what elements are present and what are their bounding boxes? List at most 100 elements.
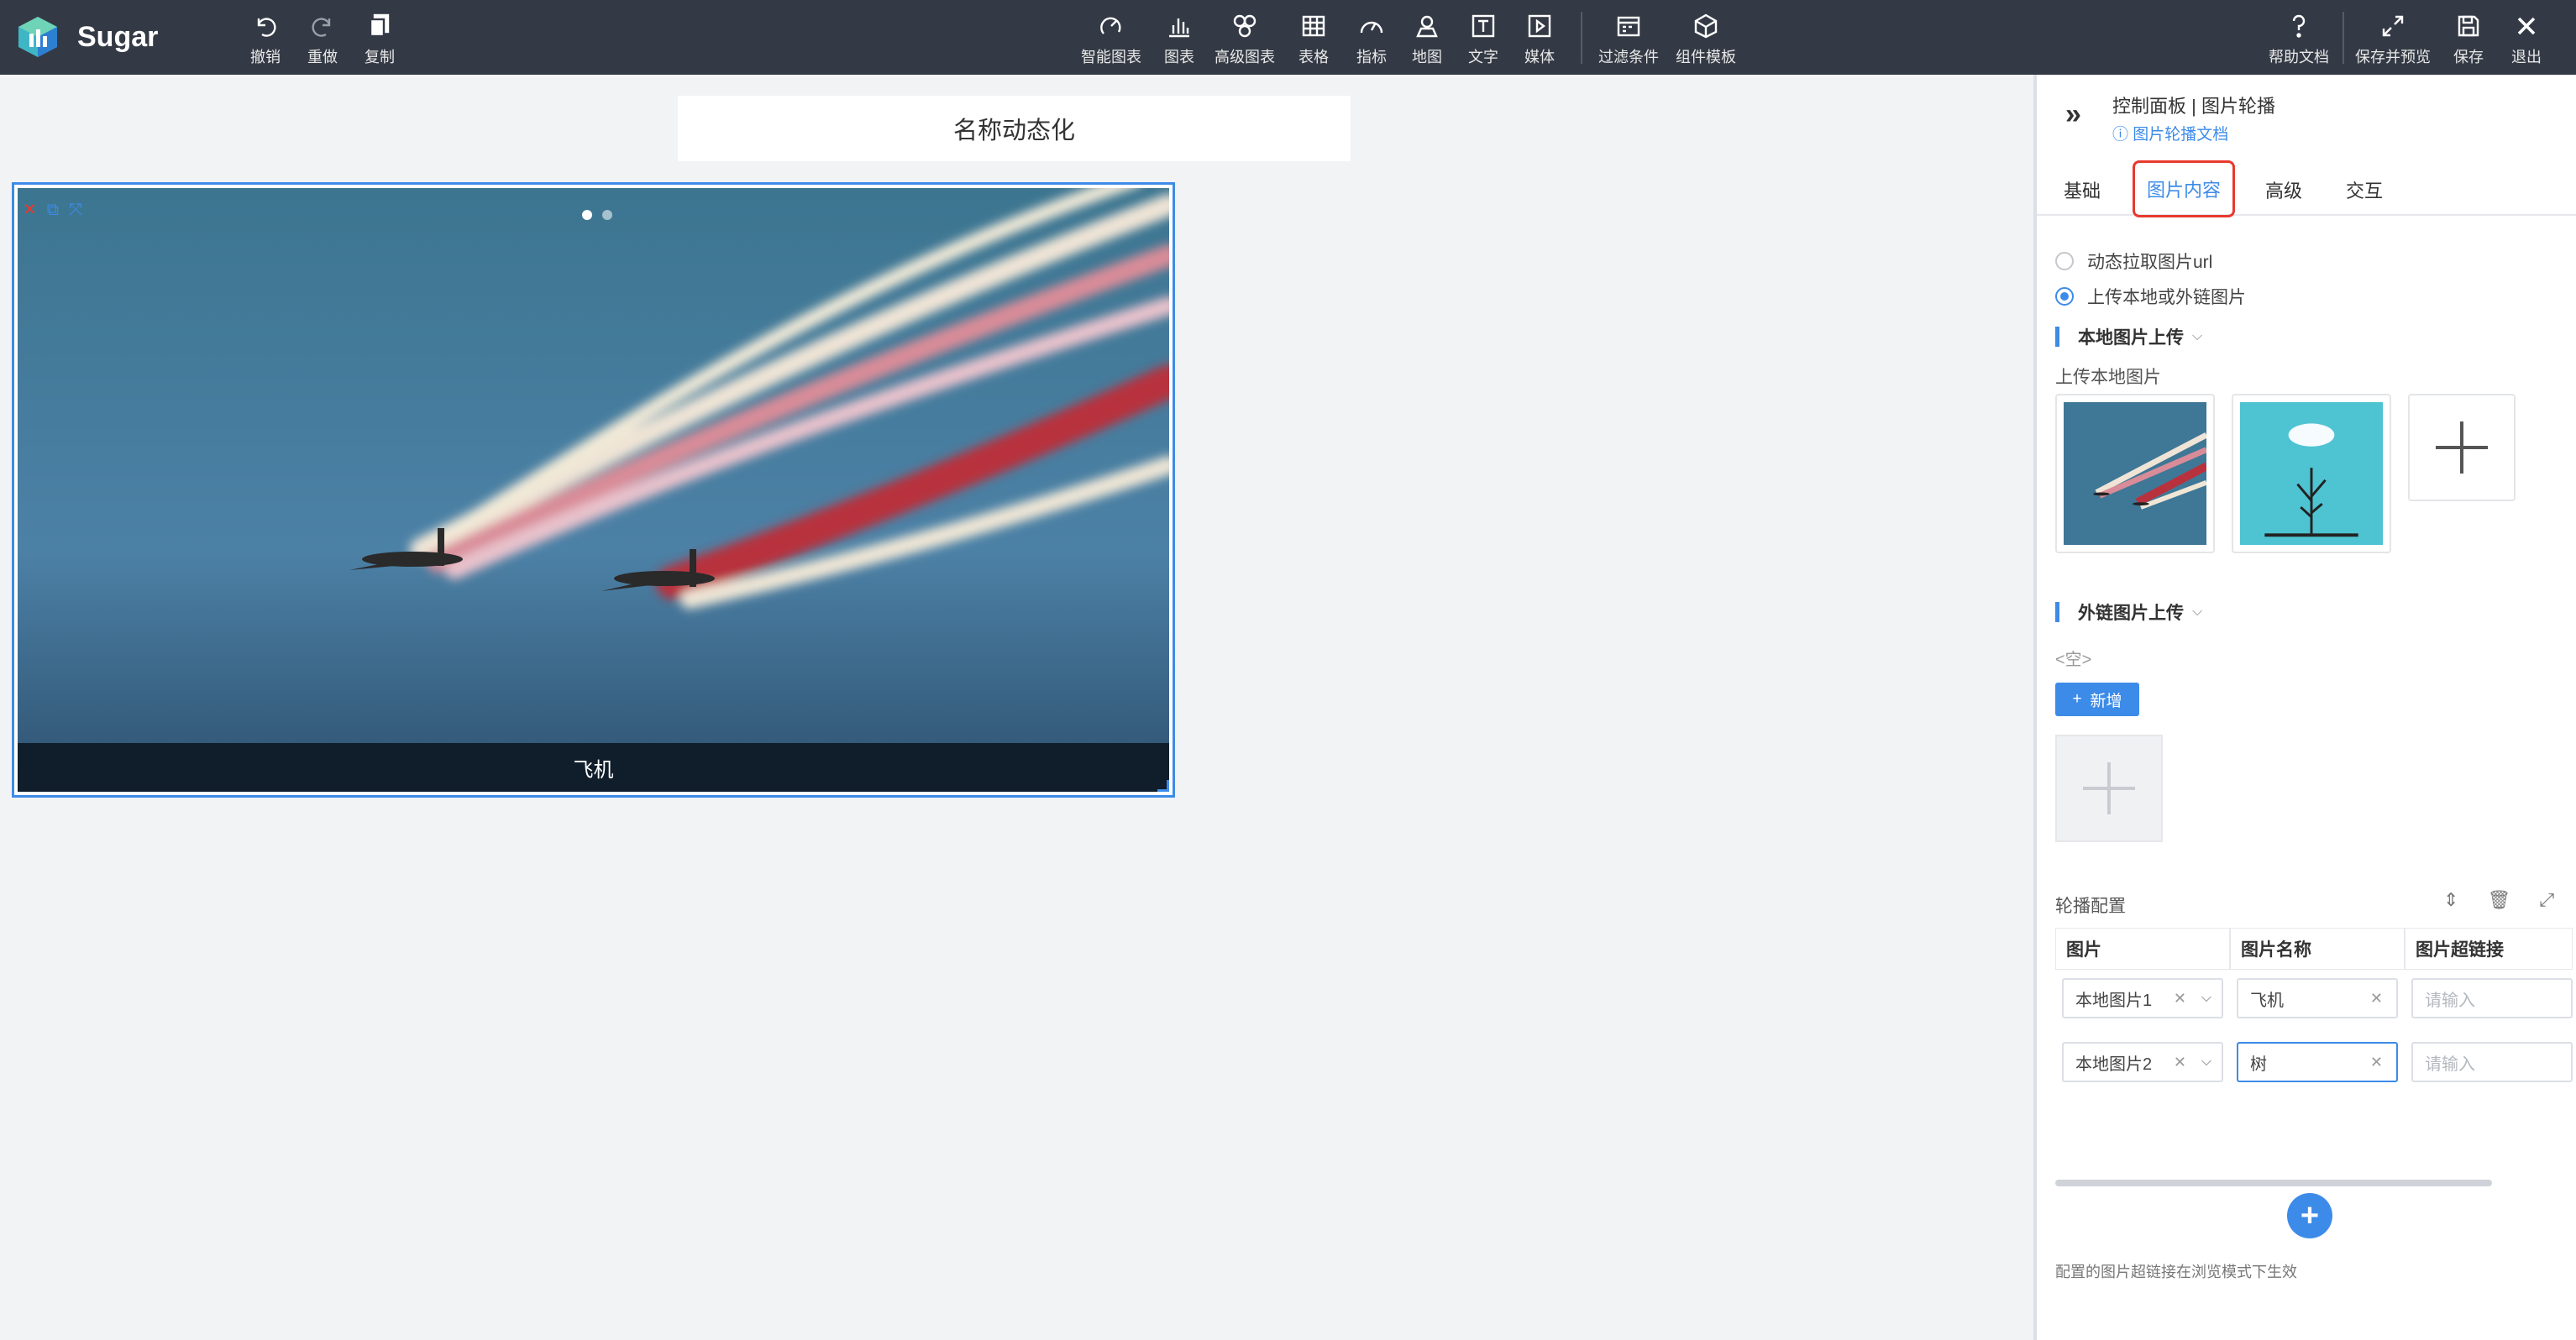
tab-advanced[interactable]: 高级 xyxy=(2253,164,2314,216)
copy-button[interactable]: 复制 xyxy=(365,12,395,67)
add-external-button[interactable]: + 新增 xyxy=(2055,683,2139,716)
text-button[interactable]: 文字 xyxy=(1468,12,1498,67)
add-row-button[interactable]: + xyxy=(2287,1193,2332,1238)
carousel-slide-image: 飞机 xyxy=(18,188,1169,792)
carousel-dot[interactable] xyxy=(602,210,612,220)
save-preview-button[interactable]: 保存并预览 xyxy=(2355,12,2431,67)
external-image-placeholder[interactable] xyxy=(2055,735,2163,842)
external-upload-section[interactable]: 外链图片上传 ⌵ xyxy=(2055,599,2202,625)
clear-icon[interactable]: ✕ xyxy=(2370,990,2383,1008)
undo-label: 撤销 xyxy=(250,49,281,65)
map-label: 地图 xyxy=(1412,49,1442,65)
chart-button[interactable]: 图表 xyxy=(1164,12,1194,67)
image-link-input[interactable]: 请输入 xyxy=(2411,978,2573,1018)
resize-handle[interactable] xyxy=(1157,780,1169,792)
tab-basic[interactable]: 基础 xyxy=(2052,164,2112,216)
table-icon xyxy=(1302,15,1325,37)
template-cube-icon xyxy=(1694,13,1718,39)
indicator-button[interactable]: 指标 xyxy=(1356,12,1387,67)
uploaded-image-thumb[interactable] xyxy=(2055,394,2215,553)
tab-image-content[interactable]: 图片内容 xyxy=(2133,160,2236,217)
tab-label: 交互 xyxy=(2346,181,2384,202)
tree-thumbnail xyxy=(2240,402,2383,545)
local-upload-section[interactable]: 本地图片上传 ⌵ xyxy=(2055,324,2202,349)
image-name-value: 树 xyxy=(2250,1055,2267,1074)
plus-icon xyxy=(2436,421,2488,474)
map-button[interactable]: 地图 xyxy=(1412,12,1442,67)
collapse-panel-icon[interactable]: » xyxy=(2065,98,2081,131)
plus-icon: + xyxy=(2300,1197,2320,1233)
fullscreen-component-icon[interactable]: ⤧ xyxy=(69,202,82,218)
app-logo[interactable]: Sugar xyxy=(15,15,158,59)
dashboard-title-text: 名称动态化 xyxy=(952,118,1075,144)
delete-component-icon[interactable]: ✕ xyxy=(23,202,37,218)
table-button[interactable]: 表格 xyxy=(1298,12,1329,67)
exit-button[interactable]: 退出 xyxy=(2511,12,2542,67)
filter-button[interactable]: 过滤条件 xyxy=(1598,12,1659,67)
section-marker xyxy=(2055,327,2059,347)
dashboard-title[interactable]: 名称动态化 xyxy=(678,96,1351,161)
save-button[interactable]: 保存 xyxy=(2453,12,2484,67)
duplicate-component-icon[interactable]: ⧉ xyxy=(47,202,59,218)
section-title-text: 本地图片上传 xyxy=(2078,328,2184,348)
save-preview-label: 保存并预览 xyxy=(2355,49,2431,65)
media-button[interactable]: 媒体 xyxy=(1524,12,1555,67)
exit-label: 退出 xyxy=(2511,49,2542,65)
undo-button[interactable]: 撤销 xyxy=(250,12,281,67)
smart-chart-icon xyxy=(1100,17,1121,34)
map-pin-icon xyxy=(1416,15,1438,38)
uploaded-image-thumb[interactable] xyxy=(2232,394,2391,553)
help-icon xyxy=(2292,14,2306,38)
copy-icon xyxy=(369,13,390,38)
image-carousel[interactable]: 飞机 ✕ ⧉ ⤧ xyxy=(12,182,1175,798)
external-empty-text: <空> xyxy=(2055,651,2092,669)
indicator-label: 指标 xyxy=(1356,49,1387,65)
carousel-caption-text: 飞机 xyxy=(573,758,614,782)
help-circle-icon: ⓘ xyxy=(2112,126,2133,144)
radio-label: 动态拉取图片url xyxy=(2087,253,2213,272)
plus-icon: + xyxy=(2072,690,2082,708)
table-horizontal-scrollbar[interactable] xyxy=(2055,1180,2492,1186)
redo-button[interactable]: 重做 xyxy=(307,12,338,67)
carousel-caption: 飞机 xyxy=(18,743,1169,792)
sort-icon[interactable]: ⇕ xyxy=(2443,889,2458,911)
image-name-input[interactable]: 树 ✕ xyxy=(2237,1042,2398,1082)
carousel-doc-link[interactable]: ⓘ 图片轮播文档 xyxy=(2112,122,2228,144)
add-local-image-button[interactable] xyxy=(2408,394,2516,501)
radio-button[interactable] xyxy=(2055,287,2074,306)
tab-interaction[interactable]: 交互 xyxy=(2334,164,2395,216)
column-header: 图片 xyxy=(2055,928,2230,970)
image-link-placeholder: 请输入 xyxy=(2425,1055,2475,1074)
table-label: 表格 xyxy=(1298,49,1329,65)
undo-icon xyxy=(257,18,276,37)
copy-label: 复制 xyxy=(365,49,395,65)
help-doc-button[interactable]: 帮助文档 xyxy=(2269,12,2329,67)
expand-icon[interactable]: ⤢ xyxy=(2539,889,2554,911)
image-name-input[interactable]: 飞机 ✕ xyxy=(2237,978,2398,1018)
radio-dynamic-url[interactable]: 动态拉取图片url xyxy=(2055,249,2212,274)
advanced-chart-button[interactable]: 高级图表 xyxy=(1215,12,1275,67)
image-link-input[interactable]: 请输入 xyxy=(2411,1042,2573,1082)
local-upload-label: 上传本地图片 xyxy=(2055,368,2161,387)
tab-label: 高级 xyxy=(2265,181,2303,202)
smart-chart-button[interactable]: 智能图表 xyxy=(1081,12,1141,67)
clear-icon[interactable]: ✕ xyxy=(2370,1054,2383,1071)
image-select[interactable]: 本地图片2 ✕ ⌵ xyxy=(2062,1042,2223,1082)
carousel-indicators xyxy=(582,210,612,220)
clear-icon[interactable]: ✕ xyxy=(2174,1054,2186,1071)
radio-button[interactable] xyxy=(2055,252,2074,270)
advanced-chart-label: 高级图表 xyxy=(1215,49,1275,65)
clear-icon[interactable]: ✕ xyxy=(2174,990,2186,1008)
trash-icon[interactable]: 🗑 xyxy=(2487,889,2510,911)
toolbar-divider xyxy=(1581,12,1582,64)
gauge-icon xyxy=(1360,21,1383,34)
radio-upload-images[interactable]: 上传本地或外链图片 xyxy=(2055,284,2246,309)
image-select[interactable]: 本地图片1 ✕ ⌵ xyxy=(2062,978,2223,1018)
carousel-dot[interactable] xyxy=(582,210,592,220)
carousel-config-label: 轮播配置 xyxy=(2055,897,2126,916)
section-title-text: 外链图片上传 xyxy=(2078,604,2184,623)
calendar-filter-icon xyxy=(1617,16,1640,37)
component-template-label: 组件模板 xyxy=(1676,49,1736,65)
panel-tabs: 基础 图片内容 高级 交互 xyxy=(2037,160,2576,217)
component-template-button[interactable]: 组件模板 xyxy=(1676,12,1736,67)
